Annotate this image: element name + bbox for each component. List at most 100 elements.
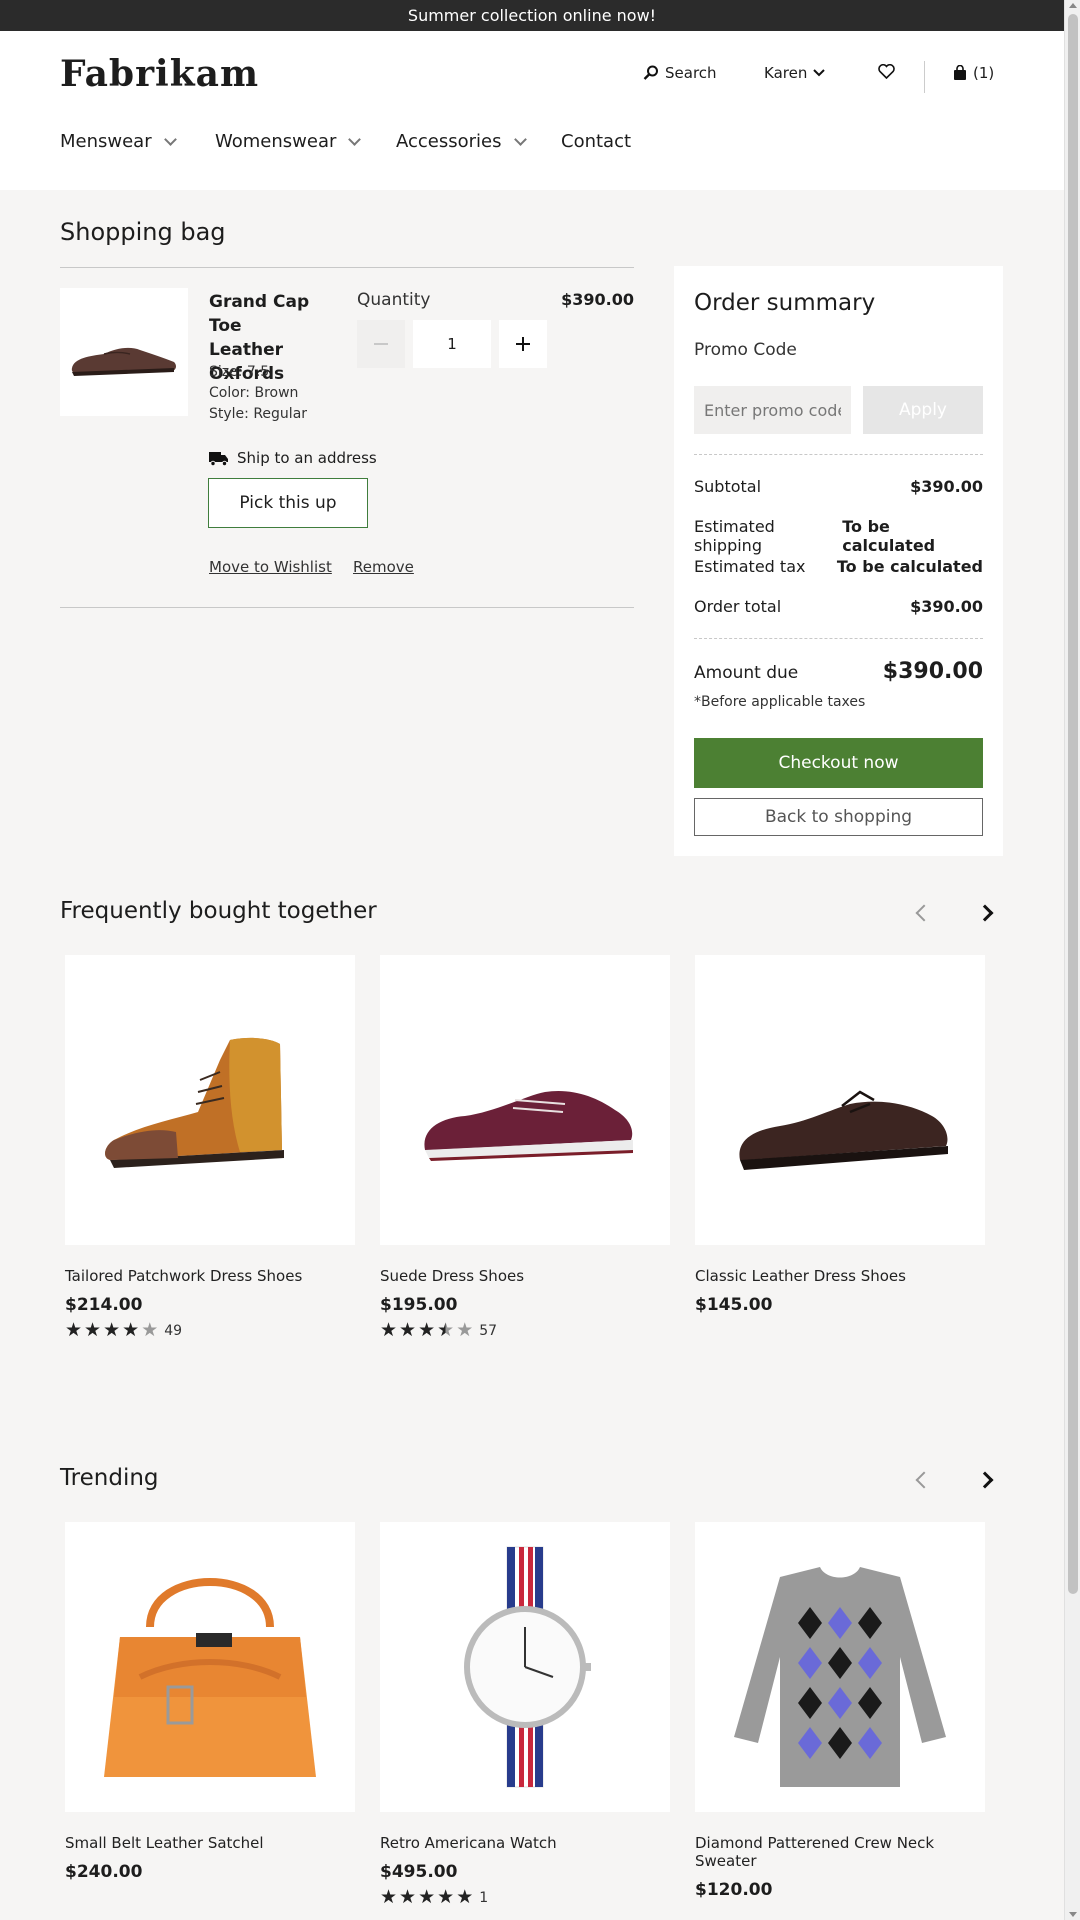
trending-title: Trending <box>60 1465 159 1491</box>
product-price: $145.00 <box>695 1295 773 1315</box>
plus-icon <box>516 337 530 351</box>
product-card[interactable]: Tailored Patchwork Dress Shoes $214.00 ★… <box>65 955 355 1340</box>
sweater-image <box>734 1567 946 1787</box>
review-count: 57 <box>479 1322 498 1339</box>
product-image[interactable] <box>380 1522 670 1812</box>
product-name[interactable]: Tailored Patchwork Dress Shoes <box>65 1267 355 1285</box>
oxford-shoe-image <box>71 347 176 376</box>
scrollbar-thumb[interactable] <box>1068 14 1078 1594</box>
remove-link[interactable]: Remove <box>353 558 414 576</box>
star-icon: ★ <box>456 1886 474 1908</box>
quantity-decrease-button[interactable] <box>357 320 405 368</box>
search-button[interactable]: Search <box>643 64 717 82</box>
wishlist-button[interactable] <box>878 64 895 79</box>
user-name: Karen <box>764 64 808 82</box>
scroll-up-icon[interactable] <box>1069 3 1077 8</box>
back-to-shopping-button[interactable]: Back to shopping <box>694 798 983 836</box>
shipping-row: Estimated shipping To be calculated <box>694 517 983 555</box>
satchel-image <box>104 1578 316 1777</box>
cart-item-style: Style: Regular <box>209 406 308 422</box>
truck-icon <box>209 451 228 466</box>
shipping-value: To be calculated <box>842 517 936 555</box>
account-menu[interactable]: Karen <box>764 64 826 82</box>
tax-row: Estimated tax To be calculated <box>694 557 983 576</box>
shopping-bag-icon <box>954 65 966 80</box>
star-empty-icon: ★ <box>141 1319 159 1341</box>
ship-label: Ship to an address <box>237 449 377 467</box>
fbt-next-button[interactable] <box>970 898 1000 928</box>
quantity-input[interactable]: 1 <box>413 320 491 368</box>
product-card[interactable]: Suede Dress Shoes $195.00 ★ ★ ★ ★ ★ 57 <box>380 955 670 1340</box>
star-icon: ★ <box>437 1886 455 1908</box>
amount-due-value: $390.00 <box>882 659 983 684</box>
order-summary-panel: Order summary Promo Code Apply Subtotal … <box>674 266 1003 856</box>
checkout-button[interactable]: Checkout now <box>694 738 983 788</box>
move-to-wishlist-link[interactable]: Move to Wishlist <box>209 558 332 576</box>
order-total-value: $390.00 <box>910 597 983 616</box>
review-count: 49 <box>164 1322 183 1339</box>
nav-accessories[interactable]: Accessories <box>396 131 527 152</box>
quantity-increase-button[interactable] <box>499 320 547 368</box>
star-icon: ★ <box>418 1886 436 1908</box>
amount-due-label: Amount due <box>694 663 799 683</box>
fbt-prev-button[interactable] <box>909 898 939 928</box>
nav-contact[interactable]: Contact <box>561 131 631 152</box>
star-half-icon: ★ <box>437 1319 455 1341</box>
tax-label: Estimated tax <box>694 557 806 576</box>
product-image[interactable] <box>65 955 355 1245</box>
product-card[interactable]: Classic Leather Dress Shoes $145.00 <box>695 955 985 1315</box>
star-empty-icon: ★ <box>456 1319 474 1341</box>
leather-shoe-image <box>739 1090 948 1170</box>
product-rating: ★ ★ ★ ★ ★ 1 <box>380 1888 670 1907</box>
cart-item-price: $390.00 <box>561 290 634 309</box>
ship-option[interactable]: Ship to an address <box>209 449 377 467</box>
product-name[interactable]: Retro Americana Watch <box>380 1834 670 1852</box>
product-card[interactable]: Small Belt Leather Satchel $240.00 <box>65 1522 355 1882</box>
divider <box>694 454 983 455</box>
product-image[interactable] <box>380 955 670 1245</box>
watch-image <box>464 1546 591 1788</box>
product-name[interactable]: Small Belt Leather Satchel <box>65 1834 355 1852</box>
product-name[interactable]: Diamond Patterened Crew Neck Sweater <box>695 1834 985 1870</box>
subtotal-label: Subtotal <box>694 477 762 496</box>
page-scrollbar[interactable] <box>1064 0 1080 1920</box>
search-icon <box>643 65 658 80</box>
product-name[interactable]: Suede Dress Shoes <box>380 1267 670 1285</box>
product-image[interactable] <box>65 1522 355 1812</box>
suede-shoe-image <box>424 1090 633 1161</box>
cart-button[interactable]: (1) <box>953 64 994 82</box>
nav-womenswear[interactable]: Womenswear <box>215 131 362 152</box>
promo-code-input[interactable] <box>694 386 851 434</box>
star-icon: ★ <box>380 1319 398 1341</box>
product-card[interactable]: Retro Americana Watch $495.00 ★ ★ ★ ★ ★ 1 <box>380 1522 670 1907</box>
product-card[interactable]: Diamond Patterened Crew Neck Sweater $12… <box>695 1522 985 1900</box>
order-summary-title: Order summary <box>694 290 876 316</box>
product-price: $240.00 <box>65 1862 143 1882</box>
pick-up-button[interactable]: Pick this up <box>208 478 368 528</box>
divider <box>60 607 634 608</box>
trending-next-button[interactable] <box>970 1465 1000 1495</box>
product-image[interactable] <box>695 1522 985 1812</box>
star-icon: ★ <box>122 1319 140 1341</box>
order-total-row: Order total $390.00 <box>694 597 983 616</box>
tax-note: *Before applicable taxes <box>694 694 866 710</box>
product-price: $214.00 <box>65 1295 143 1315</box>
shipping-label: Estimated shipping <box>694 517 775 555</box>
apply-button[interactable]: Apply <box>863 386 983 434</box>
quantity-label: Quantity <box>357 290 431 310</box>
product-name[interactable]: Classic Leather Dress Shoes <box>695 1267 985 1285</box>
nav-contact-label: Contact <box>561 131 632 152</box>
scroll-down-icon[interactable] <box>1069 1912 1077 1917</box>
chevron-down-icon <box>348 133 362 146</box>
product-image[interactable] <box>695 955 985 1245</box>
fbt-title: Frequently bought together <box>60 898 377 924</box>
trending-prev-button[interactable] <box>909 1465 939 1495</box>
chevron-right-icon <box>976 904 994 922</box>
search-label: Search <box>665 64 717 82</box>
nav-menswear[interactable]: Menswear <box>60 131 177 152</box>
star-icon: ★ <box>399 1319 417 1341</box>
brand-logo[interactable]: Fabrikam <box>60 53 259 95</box>
cart-item-image[interactable] <box>60 288 188 416</box>
cart-count: (1) <box>973 64 995 82</box>
divider <box>60 267 634 268</box>
